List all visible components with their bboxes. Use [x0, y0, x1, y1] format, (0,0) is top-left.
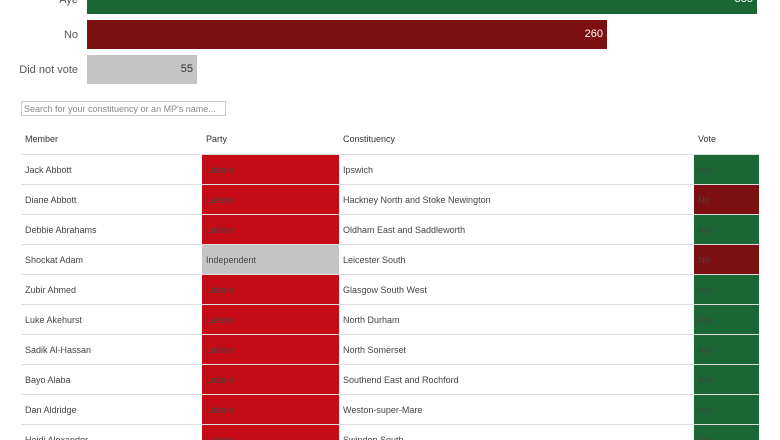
vote-cell: Aye [694, 334, 759, 365]
table-row: Sadik Al-Hassan Labour North Somerset Aye [21, 334, 759, 365]
table-row: Dan Aldridge Labour Weston-super-Mare Aye [21, 394, 759, 425]
constituency-cell: North Somerset [339, 334, 694, 365]
result-bar: 260 [87, 20, 607, 49]
column-header-member[interactable]: Member [21, 124, 202, 155]
result-label: Aye [59, 0, 78, 6]
table-row: Jack Abbott Labour Ipswich Aye [21, 154, 759, 185]
table-row: Bayo Alaba Labour Southend East and Rochfo… [21, 364, 759, 395]
party-cell: Labour [202, 304, 339, 335]
vote-cell: No [694, 244, 759, 275]
member-cell: Heidi Alexander [21, 424, 202, 440]
member-cell: Zubir Ahmed [21, 274, 202, 305]
result-row-no: No 260 [0, 20, 780, 50]
vote-cell: Aye [694, 364, 759, 395]
table-body: Jack Abbott Labour Ipswich Aye Diane Abbott L… [21, 154, 759, 440]
result-label: No [63, 29, 78, 41]
result-bar: 335 [87, 0, 757, 14]
result-row-did-not-vote: Did not vote 55 [0, 55, 780, 85]
constituency-cell: Swindon South [339, 424, 694, 440]
vote-cell: Aye [694, 274, 759, 305]
result-value: 55 [180, 63, 193, 75]
constituency-cell: Oldham East and Saddleworth [339, 214, 694, 245]
table-row: Zubir Ahmed Labour Glasgow South West Aye [21, 274, 759, 305]
vote-cell: Aye [694, 304, 759, 335]
table-row: Diane Abbott Labour Hackney North and Stok… [21, 184, 759, 215]
constituency-cell: Weston-super-Mare [339, 394, 694, 425]
party-cell: Labour [202, 424, 339, 440]
member-cell: Diane Abbott [21, 184, 202, 215]
result-row-aye: Aye 335 [0, 0, 780, 15]
vote-cell: Aye [694, 154, 759, 185]
member-cell: Jack Abbott [21, 154, 202, 185]
member-cell: Dan Aldridge [21, 394, 202, 425]
party-cell: Labour [202, 214, 339, 245]
result-value: 260 [584, 28, 603, 40]
table-row: Luke Akehurst Labour North Durham Aye [21, 304, 759, 335]
table-row: Shockat Adam Independent Leicester South No [21, 244, 759, 275]
result-bar: 55 [87, 55, 197, 84]
constituency-cell: Glasgow South West [339, 274, 694, 305]
constituency-cell: Hackney North and Stoke Newington [339, 184, 694, 215]
column-header-party[interactable]: Party [202, 124, 339, 155]
member-cell: Sadik Al-Hassan [21, 334, 202, 365]
vote-results-page: Aye 335 No 260 Did not vote 55 [0, 0, 780, 440]
vote-cell: No [694, 184, 759, 215]
table-header-row: Member Party Constituency Vote [21, 124, 759, 155]
party-cell: Labour [202, 184, 339, 215]
party-cell: Labour [202, 364, 339, 395]
column-header-vote[interactable]: Vote [694, 124, 759, 155]
member-cell: Debbie Abrahams [21, 214, 202, 245]
party-cell: Labour [202, 334, 339, 365]
vote-cell: Aye [694, 424, 759, 440]
constituency-cell: Southend East and Rochford [339, 364, 694, 395]
party-cell: Independent [202, 244, 339, 275]
member-cell: Luke Akehurst [21, 304, 202, 335]
constituency-cell: Leicester South [339, 244, 694, 275]
vote-cell: Aye [694, 394, 759, 425]
table-row: Heidi Alexander Labour Swindon South Aye [21, 424, 759, 440]
party-cell: Labour [202, 154, 339, 185]
party-cell: Labour [202, 394, 339, 425]
mp-vote-table: Member Party Constituency Vote Jack Abbo… [21, 124, 759, 440]
table-row: Debbie Abrahams Labour Oldham East and Sad… [21, 214, 759, 245]
party-cell: Labour [202, 274, 339, 305]
constituency-cell: Ipswich [339, 154, 694, 185]
member-cell: Shockat Adam [21, 244, 202, 275]
search-input[interactable] [21, 101, 226, 116]
constituency-cell: North Durham [339, 304, 694, 335]
result-label: Did not vote [19, 64, 78, 76]
column-header-constituency[interactable]: Constituency [339, 124, 694, 155]
member-cell: Bayo Alaba [21, 364, 202, 395]
vote-cell: Aye [694, 214, 759, 245]
result-value: 335 [735, 0, 753, 14]
